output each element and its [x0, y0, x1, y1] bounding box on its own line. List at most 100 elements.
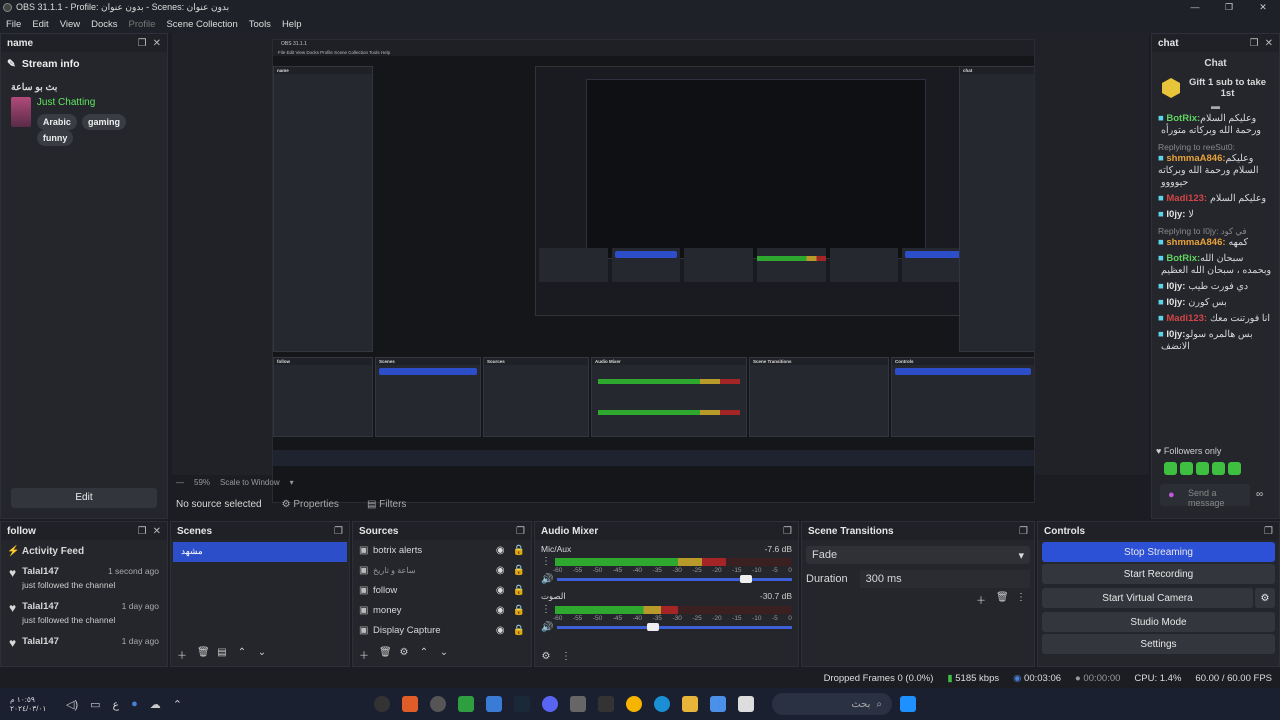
more-icon[interactable]: ⋮	[1016, 592, 1026, 607]
windows-start-icon[interactable]	[899, 696, 916, 712]
app-icon[interactable]	[737, 696, 754, 712]
scale-dropdown-icon[interactable]: ▾	[290, 478, 294, 487]
menu-scene-collection[interactable]: Scene Collection	[166, 19, 237, 30]
filters-button[interactable]: ▤ Filters	[359, 495, 414, 514]
trash-icon[interactable]: 🗑	[379, 647, 392, 662]
more-icon[interactable]: ⋮	[541, 604, 551, 615]
epic-icon[interactable]	[597, 696, 614, 712]
menu-file[interactable]: File	[6, 19, 21, 30]
volume-slider[interactable]	[557, 623, 792, 631]
scale-mode-select[interactable]: Scale to Window	[220, 478, 280, 487]
volume-icon[interactable]: ◁)	[66, 698, 78, 711]
volume-handle[interactable]	[740, 575, 753, 583]
steam-icon[interactable]	[513, 696, 530, 712]
chat-nick[interactable]: I0jy:	[1166, 329, 1185, 340]
obs-taskbar-icon[interactable]	[373, 696, 390, 712]
speaker-icon[interactable]: 🔊	[541, 574, 553, 585]
properties-button[interactable]: ⚙ Properties	[274, 495, 347, 514]
network-icon[interactable]: ▭	[90, 698, 100, 711]
lock-icon[interactable]: 🔒	[513, 625, 525, 636]
mic-tray-icon[interactable]: ●	[131, 698, 138, 710]
discord-icon[interactable]	[541, 696, 558, 712]
chat-nick[interactable]: I0jy:	[1166, 297, 1185, 308]
float-icon[interactable]: ❐	[1250, 38, 1259, 49]
close-dock-icon[interactable]: ✕	[153, 38, 161, 49]
maximize-button[interactable]: ❐	[1212, 0, 1246, 15]
transition-select[interactable]: Fade ▾	[806, 546, 1030, 564]
settings-button[interactable]: Settings	[1042, 634, 1275, 654]
cloud-icon[interactable]: ☁	[150, 698, 161, 711]
source-item[interactable]: ▣ botrix alerts ◉ 🔒	[353, 540, 531, 560]
menu-help[interactable]: Help	[282, 19, 302, 30]
add-icon[interactable]: ＋	[359, 647, 369, 662]
down-arrow-icon[interactable]: ⌄	[439, 647, 449, 662]
trash-icon[interactable]: 🗑	[197, 647, 210, 662]
brave-icon[interactable]	[401, 696, 418, 712]
more-icon[interactable]: ⋮	[561, 651, 571, 662]
chat-nick[interactable]: Madi123:	[1166, 193, 1207, 204]
chat-nick[interactable]: BotRix:	[1166, 113, 1200, 124]
chat-nick[interactable]: shmmaA846:	[1166, 237, 1225, 248]
add-icon[interactable]: ＋	[976, 592, 986, 607]
source-item[interactable]: ▣ ساعة و تاريخ ◉ 🔒	[353, 560, 531, 580]
folder-icon[interactable]	[681, 696, 698, 712]
emote-icon[interactable]	[1164, 462, 1177, 475]
menu-profile[interactable]: Profile	[129, 19, 156, 30]
lock-icon[interactable]: 🔒	[513, 545, 525, 556]
chat-nick[interactable]: shmmaA846:	[1166, 153, 1225, 164]
store-icon[interactable]	[569, 696, 586, 712]
close-button[interactable]: ✕	[1246, 0, 1280, 15]
float-icon[interactable]: ❐	[334, 526, 343, 537]
mic-icon[interactable]: ●	[1168, 489, 1175, 501]
duration-input[interactable]: 300 ms	[859, 570, 1030, 588]
float-icon[interactable]: ❐	[1019, 526, 1028, 537]
chat-nick[interactable]: I0jy:	[1166, 281, 1185, 292]
volume-slider[interactable]	[557, 575, 792, 583]
mixer-settings-icon[interactable]: ⚙	[541, 651, 551, 662]
app-icon[interactable]	[485, 696, 502, 712]
eye-icon[interactable]: ◉	[496, 625, 505, 636]
float-icon[interactable]: ❐	[1264, 526, 1273, 537]
emote-icon[interactable]	[1228, 462, 1241, 475]
gear-icon[interactable]: ⚙	[399, 647, 409, 662]
app-icon[interactable]	[429, 696, 446, 712]
lock-icon[interactable]: 🔒	[513, 565, 525, 576]
preview-canvas[interactable]: OBS 31.1.1 File Edit View Docks Profile …	[172, 33, 1149, 503]
menu-edit[interactable]: Edit	[32, 19, 48, 30]
lock-icon[interactable]: 🔒	[513, 585, 525, 596]
add-icon[interactable]: ＋	[177, 647, 187, 662]
virtual-camera-settings-icon[interactable]: ⚙	[1255, 588, 1275, 608]
start-recording-button[interactable]: Start Recording	[1042, 564, 1275, 584]
studio-mode-button[interactable]: Studio Mode	[1042, 612, 1275, 632]
menu-docks[interactable]: Docks	[91, 19, 117, 30]
up-arrow-icon[interactable]: ⌃	[237, 647, 247, 662]
tray-expand-icon[interactable]: ⌃	[173, 698, 182, 711]
emote-icon[interactable]	[1196, 462, 1209, 475]
more-icon[interactable]: ⋮	[541, 556, 551, 567]
menu-view[interactable]: View	[60, 19, 80, 30]
emote-icon[interactable]	[1180, 462, 1193, 475]
app-icon[interactable]	[709, 696, 726, 712]
emote-icon[interactable]	[1212, 462, 1225, 475]
taskbar-search[interactable]: بحث ⌕	[771, 693, 892, 715]
chat-nick[interactable]: I0jy:	[1166, 209, 1185, 220]
filter-icon[interactable]: ▤	[217, 647, 227, 662]
trash-icon[interactable]: 🗑	[996, 592, 1009, 607]
source-item[interactable]: ▣ Display Capture ◉ 🔒	[353, 620, 531, 640]
minimize-button[interactable]: —	[1178, 0, 1212, 15]
edge-icon[interactable]	[653, 696, 670, 712]
edit-button[interactable]: Edit	[11, 488, 157, 508]
close-dock-icon[interactable]: ✕	[1265, 38, 1273, 49]
collapse-icon[interactable]: ▬	[1152, 101, 1279, 111]
down-arrow-icon[interactable]: ⌄	[257, 647, 267, 662]
lock-icon[interactable]: 🔒	[513, 605, 525, 616]
chat-nick[interactable]: Madi123:	[1166, 313, 1207, 324]
eye-icon[interactable]: ◉	[496, 565, 505, 576]
xbox-icon[interactable]	[457, 696, 474, 712]
source-item[interactable]: ▣ money ◉ 🔒	[353, 600, 531, 620]
source-item[interactable]: ▣ follow ◉ 🔒	[353, 580, 531, 600]
eye-icon[interactable]: ◉	[496, 605, 505, 616]
eye-icon[interactable]: ◉	[496, 545, 505, 556]
scene-item[interactable]: مشهد	[173, 542, 347, 562]
close-dock-icon[interactable]: ✕	[153, 526, 161, 537]
